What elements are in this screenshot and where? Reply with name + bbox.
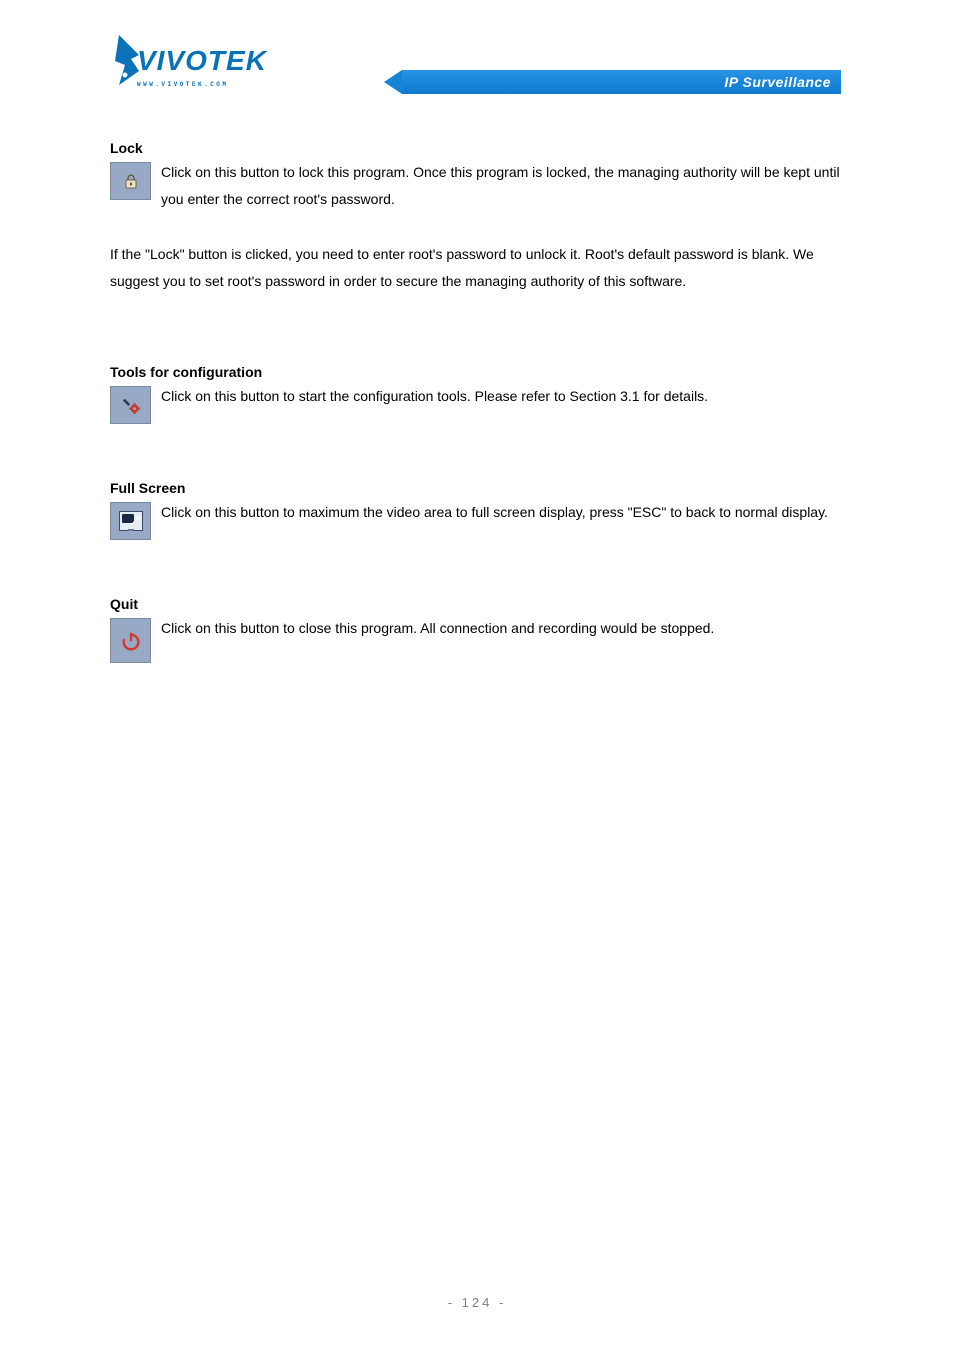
section-desc: Click on this button to maximum the vide…: [161, 499, 841, 526]
section-title: Quit: [110, 596, 841, 612]
logo-url: WWW.VIVOTEK.COM: [137, 81, 229, 88]
monitor-icon: [119, 511, 143, 531]
section-desc: Click on this button to close this progr…: [161, 615, 841, 642]
section-quit: Quit Click on this button to close this …: [110, 596, 841, 663]
quit-button-icon: [110, 618, 151, 663]
power-icon: [120, 630, 142, 652]
logo-text: VIVOTEK: [137, 45, 267, 77]
lock-icon: [123, 173, 139, 189]
header-tagline: IP Surveillance: [724, 74, 831, 90]
section-title: Lock: [110, 140, 841, 156]
section-title: Tools for configuration: [110, 364, 841, 380]
section-lock: Lock Click on this button to lock this p…: [110, 140, 841, 215]
fullscreen-button-icon: [110, 502, 151, 540]
page-number: - 124 -: [0, 1295, 954, 1310]
logo-arrow-icon: [115, 35, 139, 95]
lock-note: If the "Lock" button is clicked, you nee…: [110, 241, 841, 294]
lock-button-icon: [110, 162, 151, 200]
section-config: Tools for configuration Click on this bu…: [110, 364, 841, 424]
page-header: VIVOTEK WWW.VIVOTEK.COM IP Surveillance: [115, 35, 841, 100]
document-body: Lock Click on this button to lock this p…: [110, 140, 841, 689]
wrench-gear-icon: [122, 396, 140, 414]
config-button-icon: [110, 386, 151, 424]
header-bar: IP Surveillance: [402, 70, 841, 94]
brand-logo: VIVOTEK WWW.VIVOTEK.COM: [115, 35, 285, 100]
section-fullscreen: Full Screen Click on this button to maxi…: [110, 480, 841, 540]
section-title: Full Screen: [110, 480, 841, 496]
header-bar-pointer-icon: [384, 70, 402, 94]
section-desc: Click on this button to lock this progra…: [161, 159, 841, 212]
section-desc: Click on this button to start the config…: [161, 383, 841, 410]
